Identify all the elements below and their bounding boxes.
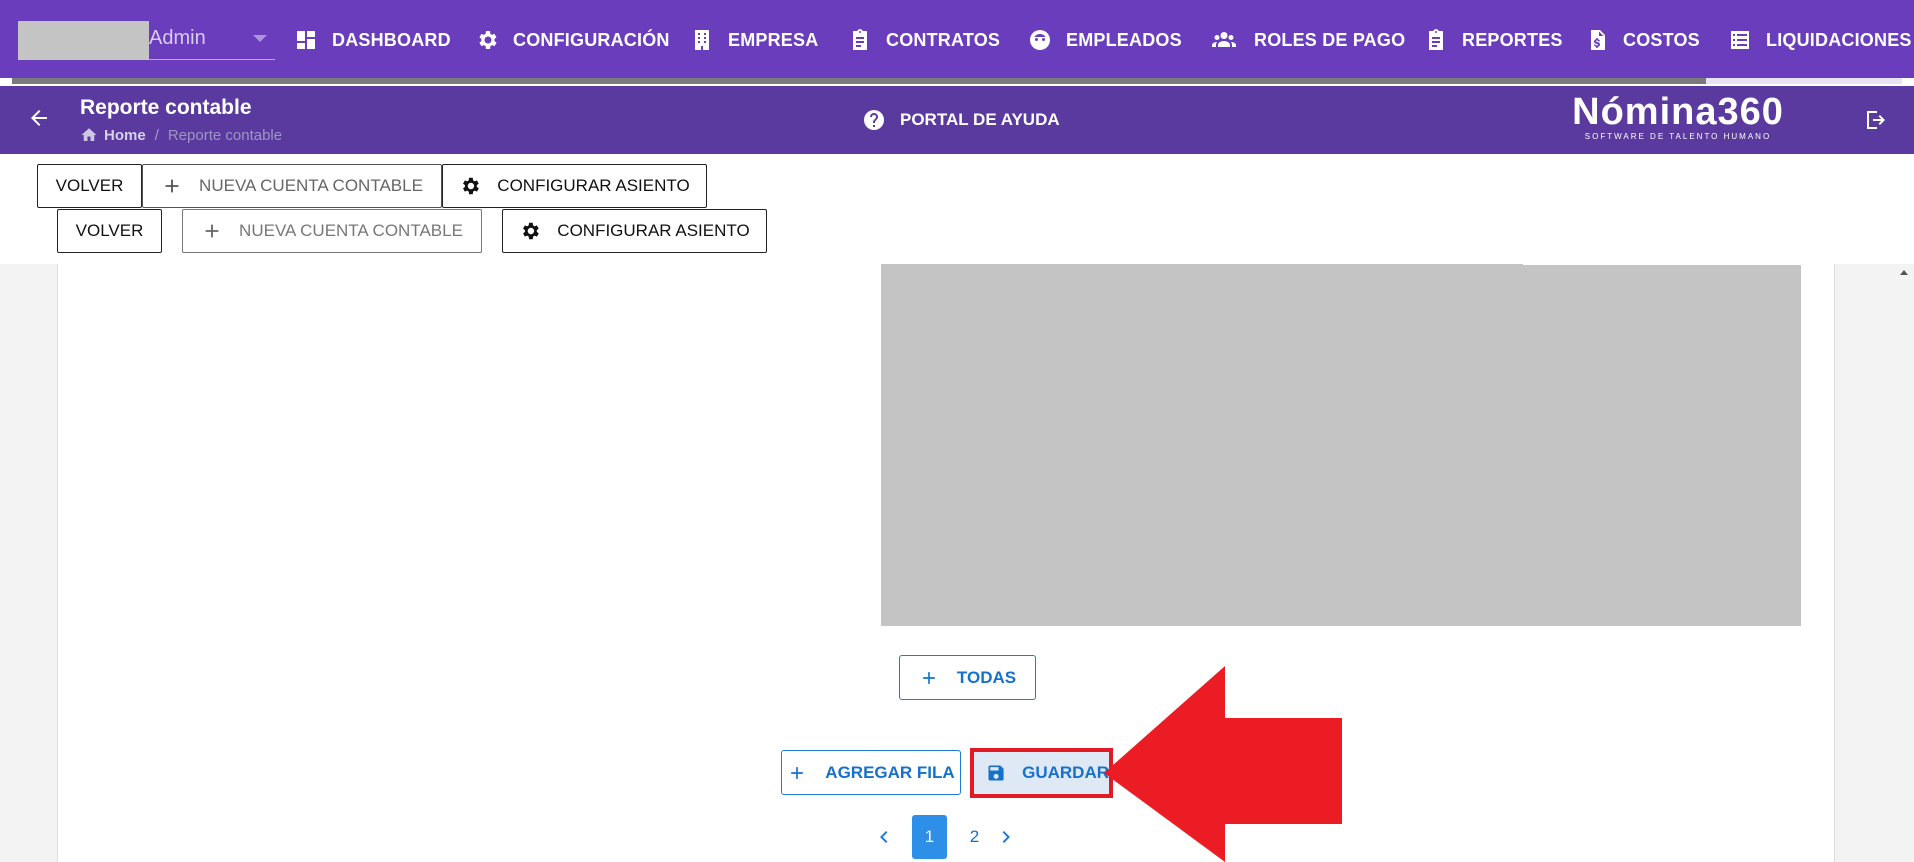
back-button[interactable]: VOLVER (57, 209, 162, 253)
nav-label: EMPLEADOS (1066, 29, 1182, 50)
logo-main: Nómina360 (1572, 91, 1784, 133)
page-button-1[interactable]: 1 (912, 815, 947, 859)
plus-icon (205, 224, 219, 238)
breadcrumb-separator: / (154, 126, 159, 144)
breadcrumb: Home / Reporte contable (80, 126, 282, 144)
help-label: PORTAL DE AYUDA (900, 110, 1060, 129)
save-label: GUARDAR (1022, 763, 1109, 782)
gear-icon (479, 31, 497, 49)
page-title: Reporte contable (80, 96, 252, 119)
dashboard-icon (297, 31, 315, 49)
plus-icon (165, 179, 179, 193)
configure-entry-label: CONFIGURAR ASIENTO (557, 221, 750, 240)
help-icon (864, 110, 884, 130)
plus-icon (791, 766, 804, 779)
face-icon (1030, 30, 1050, 50)
breadcrumb-home[interactable]: Home (104, 127, 146, 144)
nav-label: CONFIGURACIÓN (513, 29, 670, 50)
avatar (18, 21, 149, 60)
redacted-panel (881, 264, 1801, 626)
new-account-label: NUEVA CUENTA CONTABLE (239, 221, 463, 240)
save-button[interactable]: GUARDAR (970, 748, 1113, 798)
page-header: Reporte contable Home / Reporte contable… (0, 86, 1914, 154)
list-icon (1731, 31, 1749, 49)
logo-tagline: SOFTWARE DE TALENTO HUMANO (1584, 132, 1772, 141)
nav-costos[interactable]: COSTOS (1585, 24, 1700, 56)
top-navigation: Admin DASHBOARD CONFIGURACIÓN EMPRESA CO… (0, 0, 1914, 78)
add-all-label: TODAS (956, 667, 1017, 687)
nav-label: REPORTES (1462, 29, 1563, 50)
new-account-button[interactable]: NUEVA CUENTA CONTABLE (182, 209, 482, 253)
nav-dashboard[interactable]: DASHBOARD (294, 24, 451, 56)
breadcrumb-current: Reporte contable (167, 126, 283, 144)
back-button[interactable]: VOLVER (37, 164, 142, 208)
nav-roles-de-pago[interactable]: ROLES DE PAGO (1208, 24, 1405, 56)
user-name: Admin (149, 27, 206, 49)
scrollbar-up-arrow[interactable] (1900, 270, 1908, 275)
plus-icon (923, 671, 935, 684)
back-arrow-icon[interactable] (27, 106, 51, 130)
nav-label: LIQUIDACIONES (1766, 29, 1912, 50)
logo: Nómina360 SOFTWARE DE TALENTO HUMANO (1566, 92, 1790, 142)
building-icon (695, 30, 709, 50)
help-portal-link[interactable]: PORTAL DE AYUDA (862, 108, 1060, 132)
annotation-arrow (1104, 666, 1342, 862)
nav-indicator-active (1706, 78, 1902, 84)
nav-contratos[interactable]: CONTRATOS (848, 24, 1000, 56)
configure-entry-button[interactable]: CONFIGURAR ASIENTO (502, 209, 767, 253)
nav-configuracion[interactable]: CONFIGURACIÓN (475, 24, 670, 56)
cost-document-icon (1591, 30, 1605, 50)
back-button-label: VOLVER (75, 221, 144, 240)
pagination: 1 2 (872, 815, 1018, 859)
caret-down-icon (253, 35, 267, 42)
page-button-2[interactable]: 2 (957, 815, 992, 859)
configure-entry-label: CONFIGURAR ASIENTO (497, 176, 690, 195)
new-account-button[interactable]: NUEVA CUENTA CONTABLE (142, 164, 442, 208)
nav-indicator-track (12, 78, 1902, 84)
nav-label: DASHBOARD (332, 29, 451, 50)
logout-icon[interactable] (1864, 108, 1888, 132)
home-icon[interactable] (80, 126, 98, 144)
floppy-disk-icon (988, 765, 1004, 781)
nav-empresa[interactable]: EMPRESA (690, 24, 818, 56)
add-row-button[interactable]: AGREGAR FILA (781, 750, 961, 795)
chevron-left-icon[interactable] (872, 825, 896, 849)
nav-label: COSTOS (1623, 29, 1700, 50)
panel-edge (1523, 262, 1801, 265)
back-button-label: VOLVER (55, 176, 124, 195)
chevron-right-icon[interactable] (994, 825, 1018, 849)
new-account-label: NUEVA CUENTA CONTABLE (199, 176, 423, 195)
gear-icon (463, 177, 480, 195)
configure-entry-button[interactable]: CONFIGURAR ASIENTO (442, 164, 707, 208)
clipboard-icon (853, 29, 867, 50)
nav-empleados[interactable]: EMPLEADOS (1028, 24, 1182, 56)
people-icon (1212, 32, 1236, 47)
toolbar: VOLVER NUEVA CUENTA CONTABLE CONFIGURAR … (0, 154, 1914, 264)
add-all-button[interactable]: TODAS (899, 655, 1036, 700)
nav-liquidaciones[interactable]: LIQUIDACIONES (1728, 24, 1912, 56)
nav-label: EMPRESA (728, 29, 819, 50)
clipboard-icon (1429, 29, 1443, 50)
nav-label: ROLES DE PAGO (1254, 29, 1406, 50)
add-row-label: AGREGAR FILA (825, 762, 955, 782)
gear-icon (523, 222, 540, 240)
nav-reportes[interactable]: REPORTES (1424, 24, 1563, 56)
user-select[interactable]: Admin (18, 21, 275, 60)
nav-label: CONTRATOS (886, 29, 1001, 50)
